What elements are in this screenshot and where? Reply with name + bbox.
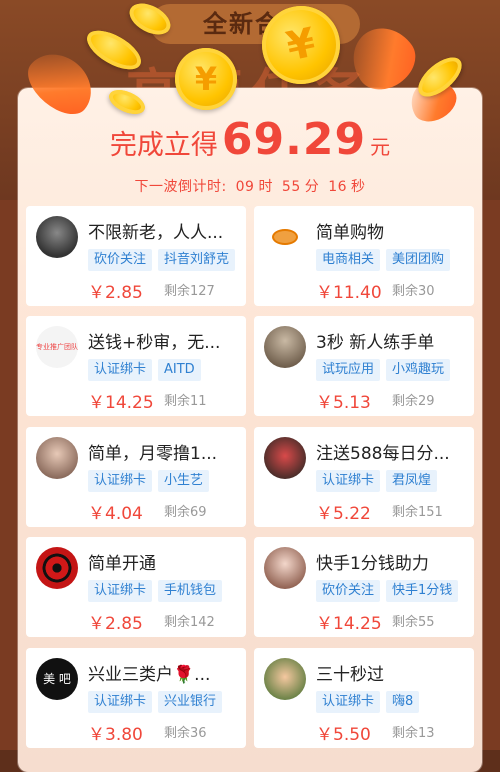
task-title: 快手1分钱助力 (316, 554, 429, 574)
task-tag: 嗨8 (386, 691, 420, 713)
task-remaining: 剩余13 (392, 726, 435, 741)
avatar (264, 216, 306, 258)
task-tag: 认证绑卡 (88, 359, 153, 381)
task-price: ￥3.80 (88, 725, 143, 745)
task-remaining: 剩余127 (164, 284, 215, 299)
task-remaining: 剩余142 (164, 615, 215, 630)
task-title: 简单购物 (316, 223, 384, 243)
task-price: ￥11.40 (316, 283, 382, 303)
task-price: ￥14.25 (88, 393, 154, 413)
task-tag: 美团团购 (386, 249, 451, 271)
task-tag: 兴业银行 (158, 691, 223, 713)
task-tag: 认证绑卡 (316, 691, 381, 713)
task-card[interactable]: 三十秒过 认证绑卡 嗨8 ￥5.50 剩余13 (254, 648, 474, 748)
task-title: 不限新老，人人... (88, 223, 224, 243)
task-tag: 电商相关 (316, 249, 381, 271)
avatar (264, 326, 306, 368)
task-title: 兴业三类户🌹... (88, 665, 211, 685)
task-tag: 小鸡趣玩 (386, 359, 451, 381)
task-price: ￥5.13 (316, 393, 371, 413)
countdown-label: 下一波倒计时: (134, 179, 227, 195)
task-card[interactable]: 专业推广团队 送钱+秒审，无... 认证绑卡 AITD ￥14.25 剩余11 (26, 316, 246, 416)
task-price: ￥2.85 (88, 614, 143, 634)
reward-amount: 69.29 (221, 114, 367, 165)
task-title: 简单，月零撸1... (88, 444, 218, 464)
task-card[interactable]: 3秒 新人练手单 试玩应用 小鸡趣玩 ￥5.13 剩余29 (254, 316, 474, 416)
task-tag: 认证绑卡 (88, 470, 153, 492)
reward-modal: 完成立得69.29 元 下一波倒计时: 09 时 55 分 16 秒 不限新老，人人..… (18, 88, 482, 772)
task-card[interactable]: 不限新老，人人... 砍价关注 抖音刘舒克 ￥2.85 剩余127 (26, 206, 246, 306)
task-tags: 砍价关注 快手1分钱 (316, 579, 472, 602)
task-remaining: 剩余36 (164, 726, 207, 741)
task-remaining: 剩余55 (392, 615, 435, 630)
task-card[interactable]: 简单开通 认证绑卡 手机钱包 ￥2.85 剩余142 (26, 537, 246, 637)
avatar (36, 437, 78, 479)
reward-headline: 完成立得69.29 元 (18, 114, 482, 165)
task-card[interactable]: 快手1分钱助力 砍价关注 快手1分钱 ￥14.25 剩余55 (254, 537, 474, 637)
task-tags: 砍价关注 抖音刘舒克 (88, 248, 244, 271)
task-tag: 小生艺 (158, 470, 210, 492)
task-tags: 认证绑卡 君凤煌 (316, 469, 472, 492)
avatar (36, 547, 78, 589)
task-tag: 认证绑卡 (88, 691, 153, 713)
task-card[interactable]: 简单，月零撸1... 认证绑卡 小生艺 ￥4.04 剩余69 (26, 427, 246, 527)
task-tag: 手机钱包 (158, 580, 223, 602)
countdown-hours-unit: 时 (258, 179, 273, 195)
task-card[interactable]: 简单购物 电商相关 美团团购 ￥11.40 剩余30 (254, 206, 474, 306)
task-tag: 砍价关注 (88, 249, 153, 271)
countdown-minutes: 55 (281, 179, 301, 195)
yen-coin-icon: ¥ (175, 48, 237, 110)
task-price: ￥2.85 (88, 283, 143, 303)
task-card[interactable]: 美 吧 兴业三类户🌹... 认证绑卡 兴业银行 ￥3.80 剩余36 (26, 648, 246, 748)
task-tags: 电商相关 美团团购 (316, 248, 472, 271)
task-title: 注送588每日分... (316, 444, 450, 464)
countdown-timer: 下一波倒计时: 09 时 55 分 16 秒 (18, 176, 482, 196)
avatar: 专业推广团队 (36, 326, 78, 368)
task-tags: 认证绑卡 小生艺 (88, 469, 244, 492)
task-price: ￥4.04 (88, 504, 143, 524)
task-tag: 快手1分钱 (386, 580, 459, 602)
avatar (264, 437, 306, 479)
avatar (264, 658, 306, 700)
avatar: 美 吧 (36, 658, 78, 700)
countdown-seconds: 16 (328, 179, 348, 195)
task-tag: 砍价关注 (316, 580, 381, 602)
task-tag: 认证绑卡 (88, 580, 153, 602)
task-tags: 认证绑卡 手机钱包 (88, 579, 244, 602)
task-tags: 认证绑卡 嗨8 (316, 690, 472, 713)
task-price: ￥5.22 (316, 504, 371, 524)
task-tag: 认证绑卡 (316, 470, 381, 492)
avatar (36, 216, 78, 258)
task-title: 简单开通 (88, 554, 156, 574)
task-remaining: 剩余29 (392, 394, 435, 409)
countdown-seconds-unit: 秒 (351, 179, 366, 195)
task-title: 3秒 新人练手单 (316, 333, 435, 353)
task-title: 三十秒过 (316, 665, 384, 685)
headline-prefix: 完成立得 (109, 130, 218, 161)
task-price: ￥14.25 (316, 614, 382, 634)
task-price: ￥5.50 (316, 725, 371, 745)
task-tag: 抖音刘舒克 (158, 249, 236, 271)
task-tag: AITD (158, 359, 201, 381)
task-remaining: 剩余151 (392, 505, 443, 520)
task-tags: 试玩应用 小鸡趣玩 (316, 358, 472, 381)
avatar (264, 547, 306, 589)
countdown-hours: 09 (235, 179, 255, 195)
task-remaining: 剩余69 (164, 505, 207, 520)
task-remaining: 剩余11 (164, 394, 207, 409)
badge-icon (272, 229, 298, 245)
countdown-minutes-unit: 分 (304, 179, 320, 195)
reward-unit: 元 (370, 135, 391, 159)
task-card[interactable]: 注送588每日分... 认证绑卡 君凤煌 ￥5.22 剩余151 (254, 427, 474, 527)
task-remaining: 剩余30 (392, 284, 435, 299)
task-title: 送钱+秒审，无... (88, 333, 221, 353)
task-tag: 君凤煌 (386, 470, 438, 492)
task-tag: 试玩应用 (316, 359, 381, 381)
task-tags: 认证绑卡 AITD (88, 358, 244, 381)
task-tags: 认证绑卡 兴业银行 (88, 690, 244, 713)
